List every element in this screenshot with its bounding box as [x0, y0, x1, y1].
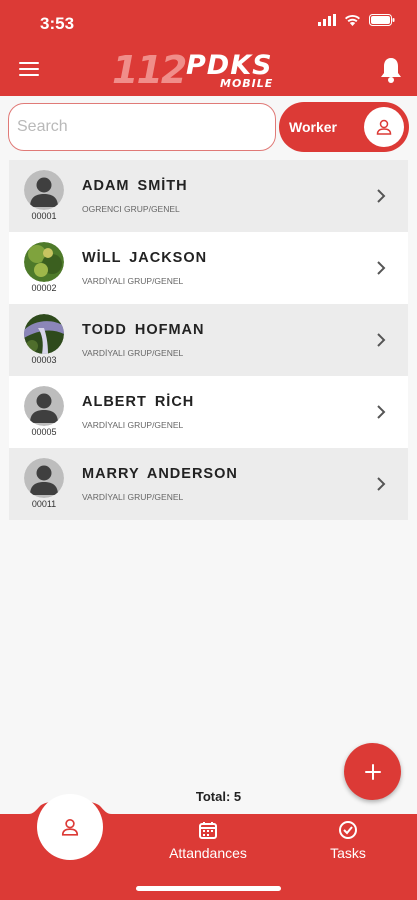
worker-row[interactable]: 00002 WİLL JACKSON VARDİYALI GRUP/GENEL — [9, 232, 408, 304]
app-header: 3:53 112 PDKS MOBILE — [0, 0, 417, 96]
worker-name: MARRY ANDERSON — [82, 466, 238, 482]
worker-filter-toggle[interactable]: Worker — [279, 102, 409, 152]
app-logo: 112 PDKS MOBILE — [112, 48, 312, 92]
logo-sub: MOBILE — [220, 77, 274, 90]
worker-group: VARDİYALI GRUP/GENEL — [82, 348, 184, 358]
nav-tasks-label: Tasks — [330, 845, 366, 861]
person-icon — [61, 818, 79, 836]
avatar — [24, 170, 64, 210]
avatar — [24, 242, 64, 282]
worker-id: 00002 — [31, 283, 57, 293]
avatar — [24, 386, 64, 426]
logo-number: 112 — [112, 48, 187, 92]
notification-bell-icon[interactable] — [379, 56, 403, 84]
nav-tasks[interactable]: Tasks — [318, 820, 378, 861]
worker-row[interactable]: 00005 ALBERT RİCH VARDİYALI GRUP/GENEL — [9, 376, 408, 448]
worker-name: WİLL JACKSON — [82, 250, 208, 266]
nav-attendances-label: Attandances — [169, 845, 247, 861]
chevron-right-icon — [377, 477, 386, 491]
nav-attendances[interactable]: Attandances — [158, 820, 258, 861]
person-icon — [376, 119, 392, 135]
calendar-icon — [199, 822, 217, 839]
worker-name: ALBERT RİCH — [82, 394, 195, 410]
home-indicator — [136, 886, 281, 891]
worker-id: 00001 — [31, 211, 57, 221]
worker-filter-circle — [364, 107, 404, 147]
avatar — [24, 314, 64, 354]
worker-name: ADAM SMİTH — [82, 178, 188, 194]
wifi-icon — [345, 15, 360, 26]
chevron-right-icon — [377, 333, 386, 347]
worker-group: OGRENCI GRUP/GENEL — [82, 204, 180, 214]
plus-icon — [364, 763, 381, 780]
signal-icon — [318, 14, 336, 26]
search-input[interactable] — [8, 103, 276, 151]
add-worker-button[interactable] — [344, 743, 401, 800]
nav-workers-button[interactable] — [37, 794, 103, 860]
worker-row[interactable]: 00011 MARRY ANDERSON VARDİYALI GRUP/GENE… — [9, 448, 408, 520]
worker-row[interactable]: 00001 ADAM SMİTH OGRENCI GRUP/GENEL — [9, 160, 408, 232]
battery-icon — [369, 14, 395, 26]
status-time: 3:53 — [40, 14, 75, 33]
worker-row[interactable]: 00003 TODD HOFMAN VARDİYALI GRUP/GENEL — [9, 304, 408, 376]
worker-group: VARDİYALI GRUP/GENEL — [82, 276, 184, 286]
check-circle-icon — [339, 821, 357, 839]
status-icons — [318, 14, 395, 26]
worker-id: 00005 — [31, 427, 57, 437]
worker-group: VARDİYALI GRUP/GENEL — [82, 420, 184, 430]
worker-group: VARDİYALI GRUP/GENEL — [82, 492, 184, 502]
menu-icon[interactable] — [19, 62, 39, 78]
worker-name: TODD HOFMAN — [82, 322, 205, 338]
avatar — [24, 458, 64, 498]
worker-id: 00011 — [31, 499, 57, 509]
chevron-right-icon — [377, 261, 386, 275]
chevron-right-icon — [377, 189, 386, 203]
worker-filter-label: Worker — [289, 119, 337, 135]
chevron-right-icon — [377, 405, 386, 419]
worker-id: 00003 — [31, 355, 57, 365]
worker-list: 00001 ADAM SMİTH OGRENCI GRUP/GENEL 0000… — [9, 160, 408, 520]
